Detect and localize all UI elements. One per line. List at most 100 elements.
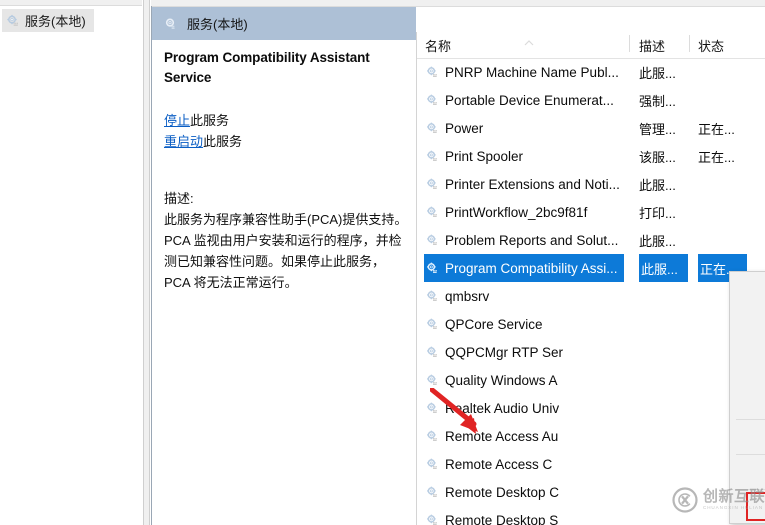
table-row[interactable]: Remote Desktop S	[417, 506, 765, 525]
table-row[interactable]: Remote Desktop C	[417, 478, 765, 506]
menu-item-恢复m: 恢复(M)	[730, 360, 765, 388]
restart-service-suffix: 此服务	[203, 134, 243, 149]
table-row[interactable]: Portable Device Enumerat... 强制...	[417, 86, 765, 114]
row-cell-status: 正在...	[698, 121, 735, 137]
row-cell-name: Remote Desktop S	[425, 506, 562, 525]
tree-pane-top-strip	[0, 0, 142, 6]
row-service-name: Remote Desktop S	[445, 512, 559, 525]
tree-item-label: 服务(本地)	[25, 14, 86, 29]
row-cell-description: 此服...	[639, 65, 676, 81]
service-title: Program Compatibility Assistant Service	[164, 50, 370, 85]
service-gear-icon	[425, 345, 440, 360]
service-gear-icon	[425, 205, 440, 220]
service-description-label: 描述:	[164, 191, 194, 206]
restart-service-line: 重启动此服务	[164, 131, 410, 152]
row-service-name: Realtek Audio Univ	[445, 400, 560, 416]
table-row[interactable]: PrintWorkflow_2bc9f81f 打印...	[417, 198, 765, 226]
stop-service-link[interactable]: 停止	[164, 113, 190, 128]
table-row[interactable]: qmbsrv	[417, 282, 765, 310]
row-service-name: Quality Windows A	[445, 372, 558, 388]
table-row[interactable]: QQPCMgr RTP Ser	[417, 338, 765, 366]
row-service-name: Power	[445, 120, 484, 136]
header-filler	[416, 7, 765, 32]
service-gear-icon	[425, 485, 440, 500]
row-cell-description: 此服...	[639, 177, 676, 193]
table-row[interactable]: QPCore Service	[417, 310, 765, 338]
row-cell-name: PrintWorkflow_2bc9f81f	[425, 198, 591, 226]
column-divider-1[interactable]	[629, 35, 630, 52]
service-gear-icon	[425, 289, 440, 304]
service-description-body: 此服务为程序兼容性助手(PCA)提供支持。PCA 监视由用户安装和运行的程序，并…	[164, 212, 408, 290]
row-service-name: Portable Device Enumerat...	[445, 92, 614, 108]
table-row[interactable]: Printer Extensions and Noti... 此服...	[417, 170, 765, 198]
service-description: 描述: 此服务为程序兼容性助手(PCA)提供支持。PCA 监视由用户安装和运行的…	[164, 188, 410, 293]
menu-item-暂停u: 暂停(U)	[730, 332, 765, 360]
row-cell-name: Remote Access Au	[425, 422, 562, 450]
service-gear-icon	[425, 233, 440, 248]
table-row[interactable]: Print Spooler 该服... 正在...	[417, 142, 765, 170]
services-list-view: 名称 描述 状态 PNRP Machine Name Publ... 此服... P…	[417, 32, 765, 525]
service-gear-icon	[425, 429, 440, 444]
row-service-name: Remote Access C	[445, 456, 553, 472]
service-gear-icon	[425, 65, 440, 80]
services-manager-window: 服务(本地) 服务(本地) Program Compatibility Assi…	[0, 0, 765, 525]
menu-item-停止o[interactable]: 停止(O)	[730, 304, 765, 332]
table-row[interactable]: Quality Windows A	[417, 366, 765, 394]
row-cell-description: 该服...	[639, 149, 676, 165]
pane-splitter[interactable]	[143, 0, 150, 525]
service-action-links: 停止此服务 重启动此服务	[164, 110, 410, 152]
row-service-name: Problem Reports and Solut...	[445, 232, 619, 248]
column-divider-2[interactable]	[689, 35, 690, 52]
stop-service-suffix: 此服务	[190, 113, 230, 128]
row-cell-name: qmbsrv	[425, 282, 493, 310]
row-cell-description: 此服...	[639, 254, 688, 282]
service-detail-panel: Program Compatibility Assistant Service …	[152, 40, 416, 525]
row-cell-name: Printer Extensions and Noti...	[425, 170, 624, 198]
column-header-status[interactable]: 状态	[698, 36, 724, 55]
table-row[interactable]: Realtek Audio Univ	[417, 394, 765, 422]
row-cell-name: PNRP Machine Name Publ...	[425, 58, 623, 86]
service-context-menu: 启动(S)停止(O)暂停(U)恢复(M)重新启动(E) 所有任务(K)› 刷新(F)…	[729, 271, 765, 524]
row-cell-status: 正在...	[698, 149, 735, 165]
service-gear-icon	[425, 317, 440, 332]
menu-item-启动s: 启动(S)	[730, 276, 765, 304]
tree-item-services-local[interactable]: 服务(本地)	[2, 9, 94, 32]
row-cell-name: Quality Windows A	[425, 366, 562, 394]
table-row[interactable]: Program Compatibility Assi... 此服... 正在...	[417, 254, 765, 282]
row-cell-description: 打印...	[639, 205, 676, 221]
table-row[interactable]: Problem Reports and Solut... 此服...	[417, 226, 765, 254]
table-row[interactable]: Remote Access C	[417, 450, 765, 478]
table-row[interactable]: Remote Access Au	[417, 422, 765, 450]
table-row[interactable]: PNRP Machine Name Publ... 此服...	[417, 58, 765, 86]
service-gear-icon	[425, 373, 440, 388]
menu-item-属性r[interactable]: 属性(R)	[730, 492, 765, 521]
restart-service-link[interactable]: 重启动	[164, 134, 203, 149]
tree-pane: 服务(本地)	[0, 0, 143, 525]
row-cell-name: Power	[425, 114, 487, 142]
row-cell-description: 强制...	[639, 93, 676, 109]
menu-separator	[736, 489, 765, 490]
row-service-name: PNRP Machine Name Publ...	[445, 64, 619, 80]
menu-item-重新启动e[interactable]: 重新启动(E)	[730, 388, 765, 416]
service-gear-icon	[425, 177, 440, 192]
service-gear-icon	[425, 121, 440, 136]
row-service-name: Program Compatibility Assi...	[445, 260, 618, 276]
detail-pane-header: 服务(本地)	[152, 7, 416, 40]
row-cell-description: 此服...	[639, 233, 676, 249]
services-rows: PNRP Machine Name Publ... 此服... Portable D…	[417, 58, 765, 525]
menu-item-所有任务k[interactable]: 所有任务(K)›	[730, 423, 765, 451]
column-header-name[interactable]: 名称	[425, 36, 451, 55]
row-service-name: Remote Desktop C	[445, 484, 560, 500]
row-cell-name: Program Compatibility Assi...	[424, 254, 624, 282]
row-cell-name: Problem Reports and Solut...	[425, 226, 622, 254]
table-row[interactable]: Power 管理... 正在...	[417, 114, 765, 142]
service-gear-icon	[425, 93, 440, 108]
menu-item-刷新f[interactable]: 刷新(F)	[730, 458, 765, 486]
menu-separator	[736, 419, 765, 420]
service-gear-icon	[425, 149, 440, 164]
sort-ascending-chevron-icon	[524, 40, 534, 46]
main-pane: 服务(本地) Program Compatibility Assistant S…	[151, 0, 765, 525]
list-column-header-row: 名称 描述 状态	[417, 32, 765, 59]
row-cell-name: QQPCMgr RTP Ser	[425, 338, 567, 366]
column-header-description[interactable]: 描述	[639, 36, 665, 55]
